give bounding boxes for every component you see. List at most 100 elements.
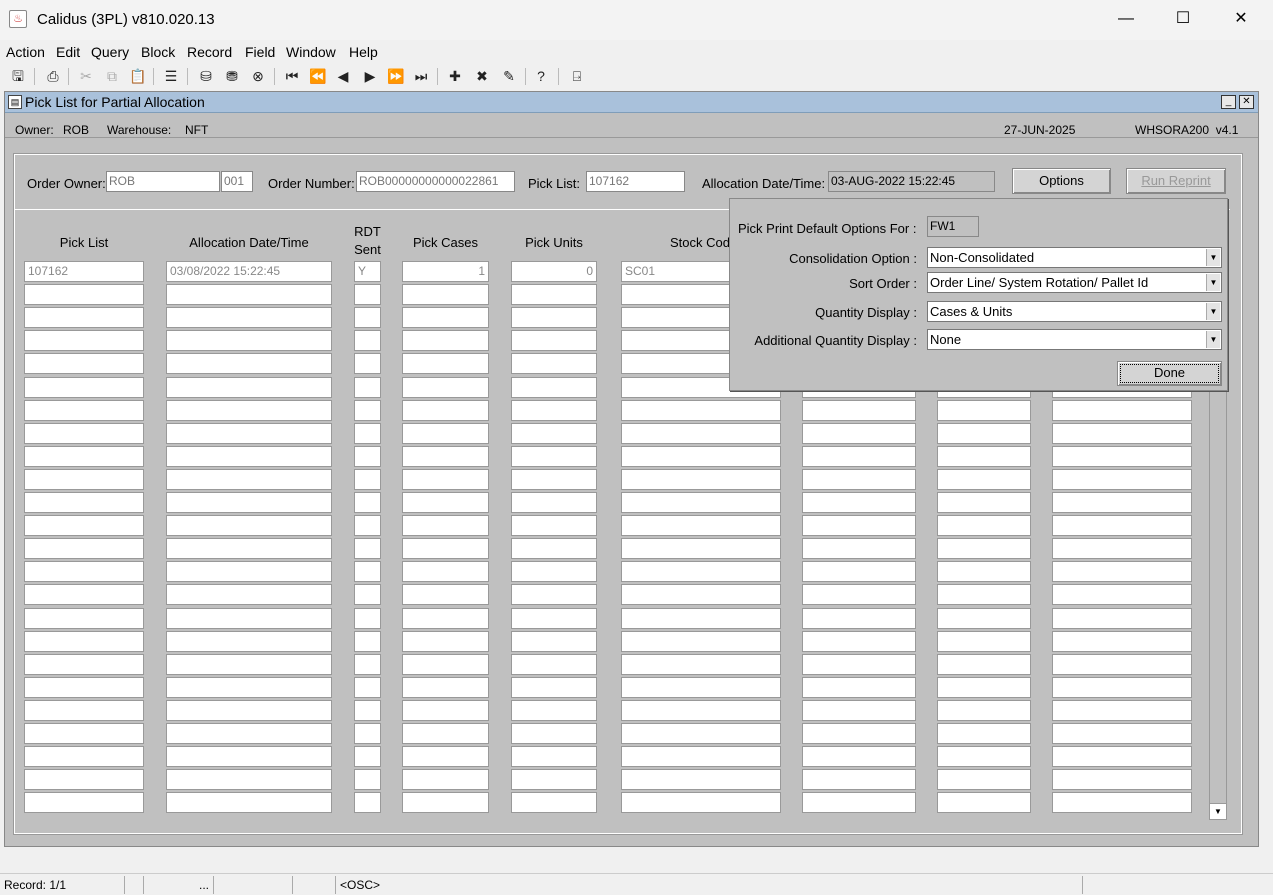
- cell-allocation[interactable]: [166, 723, 332, 744]
- exit-icon[interactable]: ⍈: [567, 66, 587, 86]
- cell-col7[interactable]: [802, 584, 916, 605]
- consolidation-select[interactable]: Non-Consolidated ▼: [927, 247, 1222, 268]
- cell-col8[interactable]: [937, 654, 1031, 675]
- menu-action[interactable]: Action: [6, 44, 45, 60]
- cell-stock-code[interactable]: [621, 446, 781, 467]
- cell-pick-list[interactable]: [24, 423, 144, 444]
- cell-pick-units[interactable]: [511, 561, 597, 582]
- cell-col7[interactable]: [802, 700, 916, 721]
- cell-col8[interactable]: [937, 608, 1031, 629]
- cell-col7[interactable]: [802, 677, 916, 698]
- cell-col9[interactable]: [1052, 423, 1192, 444]
- cell-col9[interactable]: [1052, 677, 1192, 698]
- cell-col9[interactable]: [1052, 769, 1192, 790]
- copy-icon[interactable]: ⧉: [102, 66, 122, 86]
- cell-pick-cases[interactable]: [402, 584, 489, 605]
- cell-pick-cases[interactable]: [402, 353, 489, 374]
- cell-rdt-sent[interactable]: [354, 723, 381, 744]
- cell-pick-units[interactable]: [511, 469, 597, 490]
- cell-col8[interactable]: [937, 446, 1031, 467]
- cell-pick-units[interactable]: [511, 723, 597, 744]
- cell-col7[interactable]: [802, 538, 916, 559]
- cell-pick-list[interactable]: [24, 631, 144, 652]
- cell-rdt-sent[interactable]: [354, 746, 381, 767]
- close-button[interactable]: ✕: [1212, 0, 1270, 38]
- dropdown-arrow-icon[interactable]: ▼: [1206, 331, 1220, 348]
- cell-col7[interactable]: [802, 746, 916, 767]
- cell-rdt-sent[interactable]: [354, 700, 381, 721]
- cell-pick-units[interactable]: [511, 515, 597, 536]
- scroll-down-icon[interactable]: ▼: [1210, 803, 1226, 819]
- cell-stock-code[interactable]: [621, 538, 781, 559]
- cell-allocation[interactable]: [166, 700, 332, 721]
- last-record-icon[interactable]: ⏭: [411, 66, 431, 86]
- done-button[interactable]: Done: [1117, 361, 1222, 386]
- cell-col7[interactable]: [802, 400, 916, 421]
- cell-rdt-sent[interactable]: [354, 353, 381, 374]
- cell-col9[interactable]: [1052, 792, 1192, 813]
- cell-pick-list[interactable]: [24, 792, 144, 813]
- cell-pick-units[interactable]: [511, 608, 597, 629]
- cell-col8[interactable]: [937, 469, 1031, 490]
- cell-allocation[interactable]: [166, 631, 332, 652]
- print-icon[interactable]: ⎙: [43, 66, 63, 86]
- cell-allocation[interactable]: 03/08/2022 15:22:45: [166, 261, 332, 282]
- cell-pick-cases[interactable]: [402, 792, 489, 813]
- cell-pick-list[interactable]: [24, 584, 144, 605]
- form-minimize-button[interactable]: _: [1221, 95, 1236, 109]
- cell-rdt-sent[interactable]: [354, 446, 381, 467]
- cell-pick-cases[interactable]: [402, 307, 489, 328]
- cell-col9[interactable]: [1052, 515, 1192, 536]
- cell-stock-code[interactable]: [621, 654, 781, 675]
- cell-pick-units[interactable]: [511, 584, 597, 605]
- list-of-values-icon[interactable]: ☰: [161, 66, 181, 86]
- cell-stock-code[interactable]: [621, 400, 781, 421]
- cell-pick-units[interactable]: [511, 400, 597, 421]
- cell-rdt-sent[interactable]: [354, 400, 381, 421]
- cell-rdt-sent[interactable]: [354, 423, 381, 444]
- cell-pick-units[interactable]: [511, 330, 597, 351]
- cell-allocation[interactable]: [166, 677, 332, 698]
- cell-pick-list[interactable]: [24, 723, 144, 744]
- cell-rdt-sent[interactable]: [354, 515, 381, 536]
- cell-col9[interactable]: [1052, 700, 1192, 721]
- cell-pick-list[interactable]: [24, 307, 144, 328]
- cell-stock-code[interactable]: [621, 677, 781, 698]
- cell-stock-code[interactable]: [621, 561, 781, 582]
- cell-pick-list[interactable]: [24, 515, 144, 536]
- dropdown-arrow-icon[interactable]: ▼: [1206, 274, 1220, 291]
- cell-col8[interactable]: [937, 423, 1031, 444]
- cell-allocation[interactable]: [166, 792, 332, 813]
- menu-field[interactable]: Field: [245, 44, 275, 60]
- cell-rdt-sent[interactable]: [354, 608, 381, 629]
- dropdown-arrow-icon[interactable]: ▼: [1206, 303, 1220, 320]
- cell-allocation[interactable]: [166, 538, 332, 559]
- cell-pick-cases[interactable]: [402, 654, 489, 675]
- cell-pick-cases[interactable]: [402, 677, 489, 698]
- cell-pick-units[interactable]: [511, 353, 597, 374]
- cell-pick-units[interactable]: [511, 492, 597, 513]
- cell-col7[interactable]: [802, 492, 916, 513]
- execute-query-icon[interactable]: ⛃: [222, 66, 242, 86]
- cell-col9[interactable]: [1052, 469, 1192, 490]
- cell-pick-units[interactable]: [511, 746, 597, 767]
- cell-col8[interactable]: [937, 677, 1031, 698]
- cell-rdt-sent[interactable]: [354, 538, 381, 559]
- cell-col9[interactable]: [1052, 723, 1192, 744]
- cell-pick-units[interactable]: [511, 654, 597, 675]
- delete-record-icon[interactable]: ✖: [472, 66, 492, 86]
- cell-rdt-sent[interactable]: [354, 654, 381, 675]
- cell-pick-cases[interactable]: [402, 423, 489, 444]
- sort-order-select[interactable]: Order Line/ System Rotation/ Pallet Id ▼: [927, 272, 1222, 293]
- help-icon[interactable]: ?: [531, 66, 551, 86]
- cell-col8[interactable]: [937, 400, 1031, 421]
- cell-col7[interactable]: [802, 446, 916, 467]
- cell-allocation[interactable]: [166, 654, 332, 675]
- menu-edit[interactable]: Edit: [56, 44, 80, 60]
- cell-allocation[interactable]: [166, 307, 332, 328]
- cell-rdt-sent[interactable]: [354, 469, 381, 490]
- cell-pick-cases[interactable]: [402, 400, 489, 421]
- form-close-button[interactable]: ✕: [1239, 95, 1254, 109]
- additional-quantity-select[interactable]: None ▼: [927, 329, 1222, 350]
- cut-icon[interactable]: ✂: [76, 66, 96, 86]
